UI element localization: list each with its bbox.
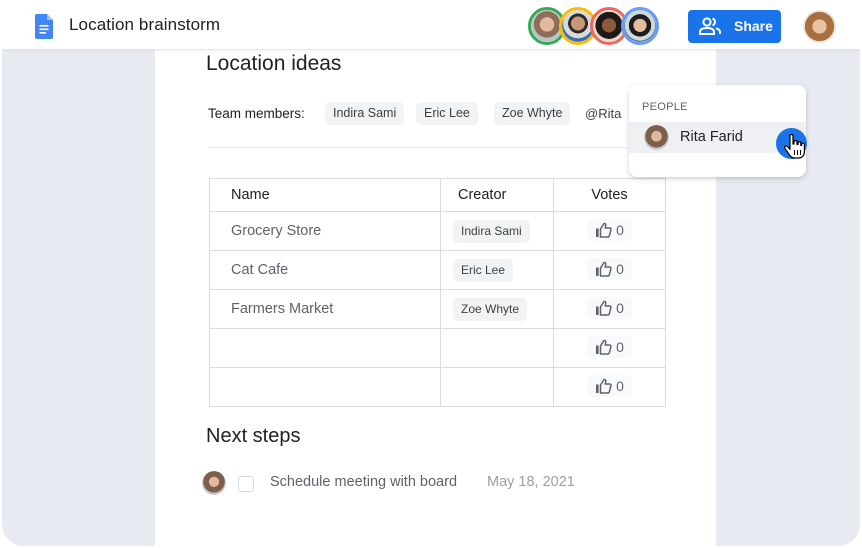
task-date-chip[interactable]: May 18, 2021 [487, 474, 575, 490]
vote-count: 0 [616, 339, 624, 355]
hand-pointer-icon [783, 134, 805, 159]
table-row: Grocery Store Indira Sami 0 [209, 211, 666, 251]
table-row: 0 [209, 367, 666, 407]
people-icon [699, 17, 721, 35]
person-chip[interactable]: Indira Sami [325, 102, 405, 125]
cell-votes: 0 [553, 250, 666, 290]
mention-input-text[interactable]: @Rita [585, 106, 621, 121]
vote-count: 0 [616, 378, 624, 394]
checklist-item: Schedule meeting with board May 18, 2021 [202, 470, 682, 496]
assignee-avatar[interactable] [202, 471, 226, 495]
app-window: Location brainstorm Share Location ideas… [2, 0, 860, 546]
cell-votes: 0 [553, 328, 666, 368]
table-header-row: Name Creator Votes [209, 178, 666, 212]
mention-suggestions-popup: PEOPLE Rita Farid [629, 85, 807, 177]
vote-count: 0 [616, 261, 624, 277]
creator-chip[interactable]: Indira Sami [453, 219, 530, 243]
cell-creator[interactable] [440, 367, 554, 407]
table-row: Farmers Market Zoe Whyte 0 [209, 289, 666, 329]
table-row: Cat Cafe Eric Lee 0 [209, 250, 666, 290]
vote-button[interactable]: 0 [587, 297, 632, 319]
creator-chip[interactable]: Zoe Whyte [453, 297, 528, 321]
vote-count: 0 [616, 222, 624, 238]
cell-votes: 0 [553, 367, 666, 407]
vote-button[interactable]: 0 [587, 336, 632, 358]
suggestion-avatar [644, 125, 669, 150]
vote-button[interactable]: 0 [587, 219, 632, 241]
cell-name[interactable] [209, 367, 441, 407]
column-header-creator: Creator [440, 178, 554, 212]
cell-votes: 0 [553, 211, 666, 251]
table-row: 0 [209, 328, 666, 368]
heading-next-steps: Next steps [206, 425, 301, 447]
column-header-votes: Votes [553, 178, 666, 212]
heading-location-ideas: Location ideas [206, 52, 342, 75]
location-ideas-table: Name Creator Votes Grocery Store Indira S… [209, 178, 666, 407]
suggestion-name: Rita Farid [680, 129, 743, 145]
cell-creator[interactable]: Indira Sami [440, 211, 554, 251]
cell-name[interactable]: Grocery Store [209, 211, 441, 251]
cell-creator[interactable] [440, 328, 554, 368]
thumbs-up-icon [596, 261, 612, 277]
task-checkbox[interactable] [238, 476, 254, 492]
top-bar: Location brainstorm Share [2, 0, 860, 50]
account-avatar[interactable] [803, 10, 836, 43]
google-docs-icon[interactable] [35, 14, 53, 39]
cell-creator[interactable]: Eric Lee [440, 250, 554, 290]
divider [208, 147, 648, 148]
team-members-label: Team members: [208, 106, 305, 121]
person-chip[interactable]: Eric Lee [416, 102, 478, 125]
collaborator-avatars [528, 7, 668, 45]
vote-button[interactable]: 0 [587, 375, 632, 397]
cell-creator[interactable]: Zoe Whyte [440, 289, 554, 329]
document-title[interactable]: Location brainstorm [69, 15, 220, 35]
thumbs-up-icon [596, 339, 612, 355]
cell-name[interactable] [209, 328, 441, 368]
thumbs-up-icon [596, 300, 612, 316]
thumbs-up-icon [596, 222, 612, 238]
person-chip[interactable]: Zoe Whyte [494, 102, 571, 125]
share-label: Share [734, 18, 773, 34]
creator-chip[interactable]: Eric Lee [453, 258, 514, 282]
vote-count: 0 [616, 300, 624, 316]
cell-name[interactable]: Cat Cafe [209, 250, 441, 290]
cell-name[interactable]: Farmers Market [209, 289, 441, 329]
share-button[interactable]: Share [688, 10, 781, 43]
task-text[interactable]: Schedule meeting with board [270, 474, 457, 490]
collaborator-avatar[interactable] [621, 7, 659, 45]
column-header-name: Name [209, 178, 441, 212]
vote-button[interactable]: 0 [587, 258, 632, 280]
cell-votes: 0 [553, 289, 666, 329]
thumbs-up-icon [596, 378, 612, 394]
section-label-people: PEOPLE [642, 101, 688, 113]
